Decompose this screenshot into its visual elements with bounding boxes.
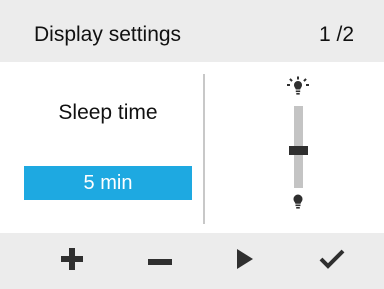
minus-button[interactable] [130,233,190,289]
plus-button[interactable] [42,233,102,289]
minus-icon [148,252,172,270]
confirm-button[interactable] [302,233,362,289]
button-bar [0,233,384,289]
checkmark-icon [319,249,345,274]
bulb-bright-icon [286,76,310,105]
header-bar: Display settings 1 /2 [0,0,384,62]
display-settings-screen: Display settings 1 /2 Sleep time 5 min [0,0,384,289]
vertical-divider [203,74,205,224]
setting-label: Sleep time [58,101,158,124]
play-arrow-icon [237,248,253,274]
slider-thumb[interactable] [289,146,308,155]
page-indicator: 1 /2 [318,23,354,46]
bulb-dim-icon [291,194,305,215]
sleep-time-value[interactable]: 5 min [24,166,192,200]
page-title: Display settings [34,23,182,46]
next-button[interactable] [215,233,275,289]
brightness-slider[interactable] [276,76,320,216]
plus-icon [61,247,83,275]
